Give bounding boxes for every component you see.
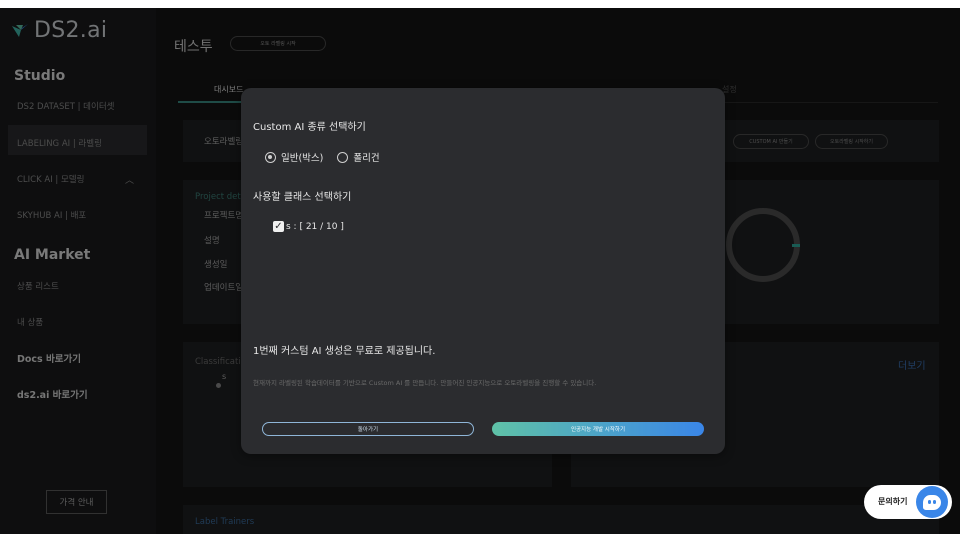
radio-polygon-option[interactable] [337,151,349,163]
chat-bot-icon[interactable] [916,486,948,518]
app-frame: DS2.ai Studio DS2 DATASET | 데이터셋 LABELIN… [0,8,960,534]
free-notice: 1번째 커스텀 AI 생성은 무료로 제공됩니다. [253,346,436,357]
modal-description: 현재까지 라벨링된 학습데이터를 기반으로 Custom AI 를 만듭니다. … [253,379,597,387]
custom-ai-modal: Custom AI 종류 선택하기 일반(박스) 폴리건 사용할 클래스 선택하… [241,88,725,454]
checkbox-checked-icon[interactable]: ✓ [273,221,284,232]
class-select-heading: 사용할 클래스 선택하기 [253,192,352,203]
chat-label[interactable]: 문의하기 [878,496,907,507]
class-checkbox-row[interactable]: ✓ s : [ 21 / 10 ] [273,221,344,232]
radio-box-label[interactable]: 일반(박스) [281,150,323,164]
contact-chat-widget[interactable]: 문의하기 [864,485,952,519]
ai-type-radio-group: 일반(박스) 폴리건 [265,150,380,164]
radio-box-option[interactable] [265,151,276,163]
class-item-label[interactable]: s : [ 21 / 10 ] [286,222,344,232]
radio-polygon-label[interactable]: 폴리건 [353,150,379,164]
start-ai-development-button[interactable]: 인공지능 개발 시작하기 [492,422,704,436]
chat-face-icon [923,494,941,510]
modal-title: Custom AI 종류 선택하기 [253,122,366,133]
back-button[interactable]: 돌아가기 [262,422,474,436]
